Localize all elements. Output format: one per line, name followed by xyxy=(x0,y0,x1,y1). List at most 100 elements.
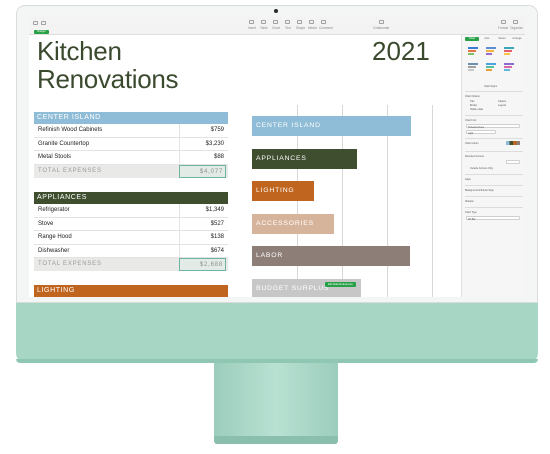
media-icon[interactable] xyxy=(309,20,314,24)
table-row[interactable]: Dishwasher $674 xyxy=(34,244,228,258)
chart-color-picker[interactable] xyxy=(506,141,520,145)
text-icon[interactable] xyxy=(285,20,290,24)
chart-style-swatch[interactable] xyxy=(468,63,478,65)
chart-style-swatch[interactable] xyxy=(504,53,510,55)
table-icon[interactable] xyxy=(261,20,266,24)
chart-type-select[interactable]: 2D Bar xyxy=(466,216,520,221)
table-lighting[interactable]: LIGHTING xyxy=(34,285,228,297)
table-row[interactable]: Metal Stools $88 xyxy=(34,151,228,165)
total-value[interactable]: $2,688 xyxy=(179,258,226,271)
table-row[interactable]: Stove $527 xyxy=(34,217,228,231)
tab-arrange[interactable]: Arrange xyxy=(510,37,524,41)
row-value: $3,230 xyxy=(179,137,226,150)
shape-icon[interactable] xyxy=(297,20,302,24)
border-checkbox[interactable]: Border xyxy=(470,104,477,107)
rounded-corners-label: Rounded Corners xyxy=(465,155,484,158)
insert-icon[interactable] xyxy=(249,20,254,24)
tab-axis[interactable]: Axis xyxy=(480,37,494,41)
edit-data-references-button[interactable]: Edit Data References xyxy=(325,282,356,287)
chart-style-swatch[interactable] xyxy=(486,66,494,68)
chart-bar[interactable]: LABOR xyxy=(252,246,411,266)
row-label: Range Hood xyxy=(38,234,72,240)
chart-style-swatch[interactable] xyxy=(486,63,496,65)
view-icon[interactable] xyxy=(33,21,38,25)
total-row[interactable]: TOTAL EXPENSES $2,688 xyxy=(34,258,228,271)
comment-icon[interactable] xyxy=(321,20,326,24)
total-row[interactable]: TOTAL EXPENSES $4,077 xyxy=(34,164,228,178)
format-sidebar: Chart Axis Series Arrange Chart Styles C… xyxy=(461,35,525,297)
background-border-label[interactable]: Background & Border Style xyxy=(465,189,494,192)
toolbar-insert[interactable]: Insert xyxy=(248,26,256,30)
toolbar-chart[interactable]: Chart xyxy=(272,26,280,30)
sheet-tab-budget[interactable]: Budget xyxy=(34,30,49,34)
camera-icon xyxy=(274,9,278,13)
chart-style-swatch[interactable] xyxy=(486,47,496,49)
chart-bar[interactable]: ACCESSORIES xyxy=(252,213,334,234)
tab-series[interactable]: Series xyxy=(495,37,509,41)
caption-checkbox[interactable]: Caption xyxy=(498,100,506,103)
chart-style-swatch[interactable] xyxy=(468,47,478,49)
rounded-corners-stepper[interactable] xyxy=(506,160,520,164)
chart-style-swatch[interactable] xyxy=(504,69,510,71)
toolbar-table[interactable]: Table xyxy=(260,26,268,30)
divider xyxy=(465,138,523,139)
table-row[interactable]: Refrigerator $1,349 xyxy=(34,204,228,218)
total-value[interactable]: $4,077 xyxy=(179,164,226,178)
toolbar-text[interactable]: Text xyxy=(285,26,291,30)
row-label: Stove xyxy=(38,220,54,227)
chart-bar[interactable]: LIGHTING xyxy=(252,181,315,201)
toolbar-shape[interactable]: Shape xyxy=(296,26,305,30)
chart-style-swatch[interactable] xyxy=(486,53,492,55)
chart-style-swatch[interactable] xyxy=(486,69,492,71)
chart-style-swatch[interactable] xyxy=(468,50,476,52)
row-value: $88 xyxy=(179,151,226,164)
format-icon[interactable] xyxy=(501,20,506,24)
hidden-data-checkbox[interactable]: Hidden data xyxy=(470,108,483,111)
organize-icon[interactable] xyxy=(513,20,518,24)
toolbar-media[interactable]: Media xyxy=(308,26,317,30)
table-row[interactable]: Granite Countertop $3,230 xyxy=(34,137,228,151)
title-line-1: Kitchen xyxy=(37,36,122,66)
row-value: $759 xyxy=(179,124,226,137)
table-appliances[interactable]: APPLIANCES Refrigerator $1,349 Stove $52… xyxy=(34,192,228,271)
toolbar-collaborate[interactable]: Collaborate xyxy=(373,26,389,30)
chart-bar[interactable]: CENTER ISLAND xyxy=(252,116,412,136)
chart-bar[interactable]: APPLIANCES xyxy=(252,148,357,169)
outside-corners-checkbox[interactable]: Outside Corners Only xyxy=(470,167,493,170)
gaps-label[interactable]: Gaps xyxy=(465,178,471,181)
chart-style-swatch[interactable] xyxy=(486,50,494,52)
imac-foot xyxy=(214,436,338,444)
table-row[interactable]: Range Hood $138 xyxy=(34,231,228,245)
chart-style-swatch[interactable] xyxy=(468,66,476,68)
row-label: Refrigerator xyxy=(38,207,70,213)
table-row[interactable]: Refinish Wood Cabinets $759 xyxy=(34,124,228,138)
chart-style-swatch[interactable] xyxy=(504,63,514,65)
chart-gridline xyxy=(432,105,433,297)
zoom-icon[interactable] xyxy=(41,21,46,25)
tab-chart[interactable]: Chart xyxy=(465,37,479,41)
row-value: $138 xyxy=(179,231,226,244)
divider xyxy=(465,91,523,92)
toolbar-format[interactable]: Format xyxy=(498,26,508,30)
chart-style-swatch[interactable] xyxy=(504,47,514,49)
legend-checkbox[interactable]: Legend xyxy=(498,104,506,107)
collaborate-icon[interactable] xyxy=(379,20,384,24)
font-select[interactable]: Helvetica Neue xyxy=(466,124,520,129)
chart-style-swatch[interactable] xyxy=(504,50,512,52)
shadow-label[interactable]: Shadow xyxy=(465,200,474,203)
chart-style-swatch[interactable] xyxy=(468,53,474,55)
budget-bar-chart[interactable]: CENTER ISLAND APPLIANCES LIGHTING ACCESSORI… xyxy=(247,105,433,297)
title-checkbox[interactable]: Title xyxy=(470,100,474,103)
weight-select[interactable]: Light xyxy=(466,130,496,135)
toolbar-organize[interactable]: Organize xyxy=(510,26,523,30)
toolbar-comment[interactable]: Comment xyxy=(319,26,333,30)
total-label: TOTAL EXPENSES xyxy=(38,261,102,267)
chart-icon[interactable] xyxy=(273,20,278,24)
chart-style-swatch[interactable] xyxy=(504,66,512,68)
row-label: Dishwasher xyxy=(38,247,70,254)
chart-font-label: Chart Font xyxy=(465,119,477,122)
table-center-island[interactable]: CENTER ISLAND Refinish Wood Cabinets $75… xyxy=(34,112,228,178)
chart-style-swatch[interactable] xyxy=(468,69,474,71)
row-label: Granite Countertop xyxy=(38,140,90,147)
year-label: 2021 xyxy=(372,36,430,66)
